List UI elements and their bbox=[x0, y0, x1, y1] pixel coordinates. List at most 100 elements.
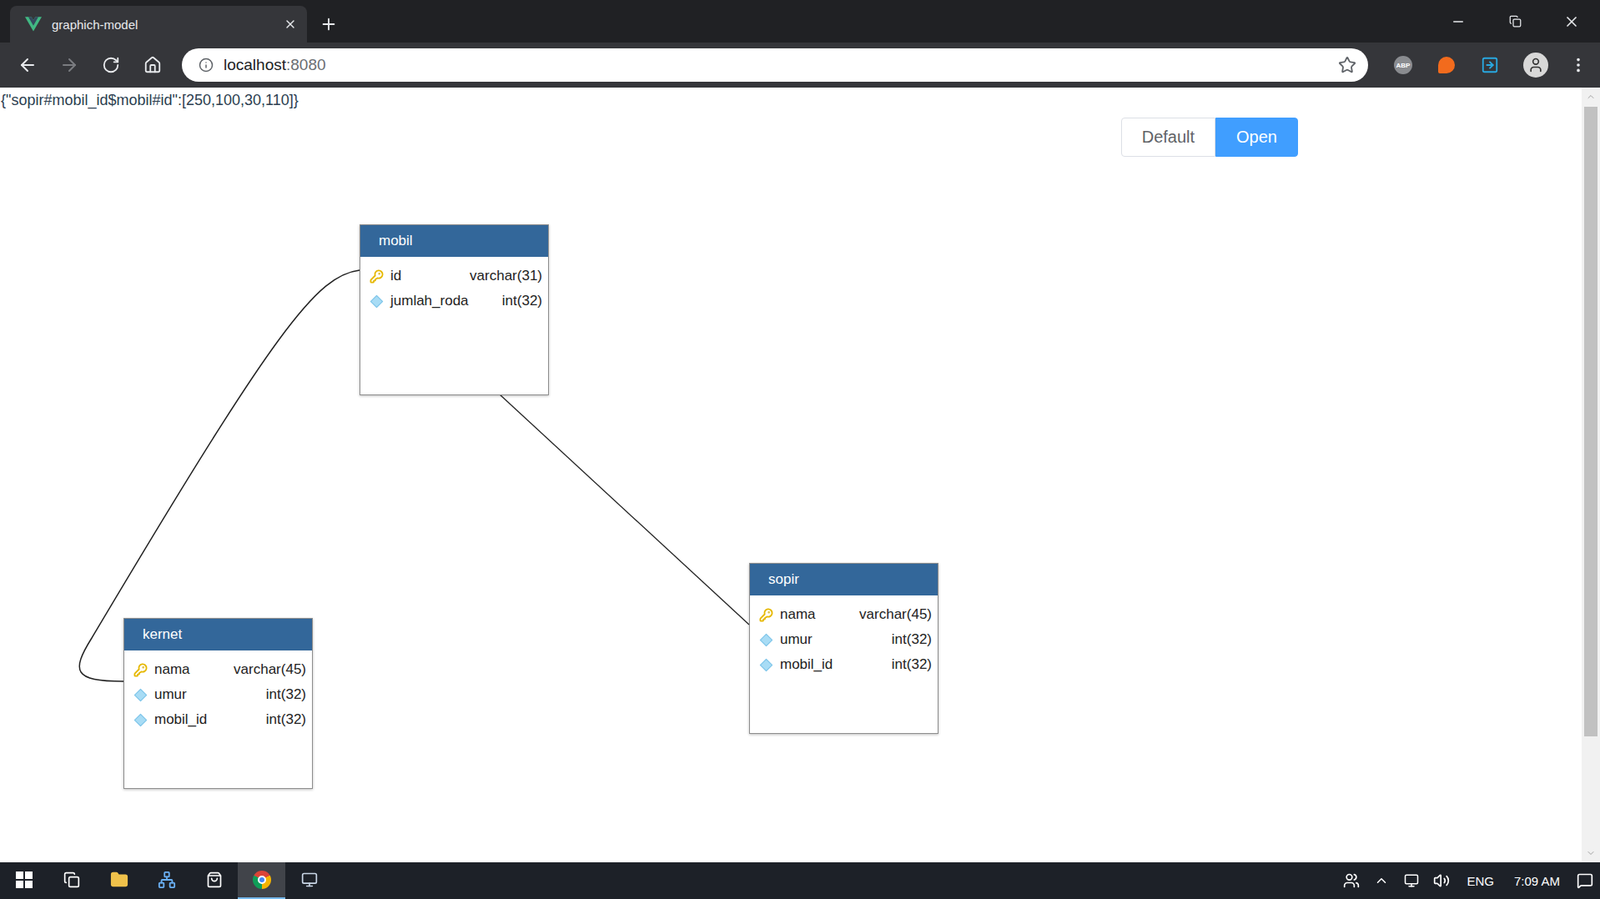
notification-icon[interactable] bbox=[1569, 862, 1600, 899]
field-name: id bbox=[390, 267, 463, 285]
back-button[interactable] bbox=[8, 46, 47, 84]
scroll-down-icon[interactable] bbox=[1585, 844, 1596, 863]
browser-toolbar: localhost:8080 ABP bbox=[0, 42, 1600, 88]
info-icon bbox=[198, 57, 214, 73]
button-group: DefaultOpen bbox=[0, 117, 1582, 157]
table-header: kernet bbox=[124, 618, 312, 651]
primary-key-icon bbox=[758, 607, 774, 623]
windows-logo-icon bbox=[15, 871, 33, 889]
reload-button[interactable] bbox=[91, 46, 131, 84]
table-fields: id varchar(31) jumlah_roda int(32) bbox=[360, 256, 549, 314]
field-icon bbox=[132, 712, 148, 728]
field-type: int(32) bbox=[266, 686, 307, 704]
avatar-icon bbox=[1523, 52, 1549, 78]
restore-button[interactable] bbox=[1486, 0, 1544, 43]
minimize-button[interactable] bbox=[1429, 0, 1487, 43]
taskbar-app[interactable] bbox=[285, 862, 333, 899]
clock[interactable]: 7:09 AM bbox=[1504, 874, 1570, 889]
field-icon bbox=[368, 293, 384, 309]
plus-icon bbox=[319, 15, 338, 34]
network-app-icon bbox=[157, 870, 177, 890]
adblock-extension[interactable]: ABP bbox=[1383, 46, 1424, 84]
people-icon[interactable] bbox=[1336, 862, 1367, 899]
field-row: jumlah_roda int(32) bbox=[368, 288, 543, 314]
field-name: mobil_id bbox=[154, 711, 260, 729]
menu-button[interactable] bbox=[1561, 46, 1595, 84]
taskbar-app[interactable] bbox=[142, 862, 191, 899]
field-name: nama bbox=[154, 661, 227, 679]
scroll-up-icon[interactable] bbox=[1585, 87, 1596, 106]
task-view-icon bbox=[63, 871, 81, 889]
group-button[interactable]: Open bbox=[1215, 117, 1299, 157]
restore-icon bbox=[1509, 15, 1522, 28]
table-node[interactable]: kernet nama varchar(45) umur int(32) mobil_id… bbox=[123, 618, 313, 790]
field-name: umur bbox=[154, 686, 260, 704]
taskbar-app[interactable] bbox=[237, 862, 286, 899]
taskbar-app[interactable] bbox=[190, 862, 238, 899]
bookmark-star-icon[interactable] bbox=[1338, 55, 1357, 75]
field-type: varchar(45) bbox=[859, 606, 932, 624]
primary-key-icon bbox=[368, 268, 384, 284]
taskbar-app[interactable] bbox=[47, 862, 96, 899]
tab-strip: graphich-model bbox=[0, 0, 1600, 43]
field-type: varchar(45) bbox=[233, 661, 307, 679]
new-tab-button[interactable] bbox=[306, 5, 351, 43]
field-icon bbox=[758, 632, 774, 648]
address-text: localhost:8080 bbox=[223, 55, 1329, 75]
taskbar-app[interactable] bbox=[0, 862, 48, 899]
forward-button[interactable] bbox=[50, 46, 89, 84]
field-icon bbox=[132, 687, 148, 703]
show-hidden-icon[interactable] bbox=[1366, 862, 1397, 899]
tab-title: graphich-model bbox=[51, 17, 274, 32]
field-row: mobil_id int(32) bbox=[758, 652, 932, 678]
field-type: int(32) bbox=[891, 631, 932, 649]
chrome-icon bbox=[252, 870, 272, 890]
field-type: int(32) bbox=[891, 656, 932, 674]
relation-line bbox=[499, 394, 750, 625]
table-header: mobil bbox=[360, 225, 549, 257]
field-row: umurint(32) bbox=[758, 627, 932, 653]
table-node[interactable]: mobil id varchar(31) jumlah_roda int(32) bbox=[359, 224, 549, 396]
field-type: varchar(31) bbox=[469, 267, 543, 285]
close-window-button[interactable] bbox=[1543, 0, 1600, 43]
field-name: jumlah_roda bbox=[390, 292, 496, 310]
display-icon[interactable] bbox=[1396, 862, 1427, 899]
field-row: mobil_idint(32) bbox=[132, 707, 307, 733]
language-indicator[interactable]: ENG bbox=[1456, 874, 1505, 889]
field-name: mobil_id bbox=[779, 656, 886, 674]
taskbar-app[interactable] bbox=[95, 862, 143, 899]
scrollbar[interactable] bbox=[1581, 87, 1600, 863]
address-bar[interactable]: localhost:8080 bbox=[181, 48, 1369, 82]
share-extension-icon bbox=[1480, 55, 1500, 75]
adblock-icon: ABP bbox=[1393, 55, 1413, 75]
taskbar: ENG7:09 AM bbox=[0, 862, 1600, 899]
field-row: nama varchar(45) bbox=[758, 602, 932, 628]
field-name: nama bbox=[779, 606, 853, 624]
desktop: graphich-model localhost:8080 ABP {"sopir#m… bbox=[0, 0, 1600, 899]
browser-tab[interactable]: graphich-model bbox=[10, 5, 307, 43]
page-content: {"sopir#mobil_id$mobil#id":[250,100,30,1… bbox=[0, 87, 1582, 863]
table-node[interactable]: sopir nama varchar(45) umurint(32) mobil_id i… bbox=[749, 563, 939, 735]
table-fields: nama varchar(45) umur int(32) mobil_idint(32… bbox=[124, 650, 312, 733]
window-controls bbox=[1429, 0, 1600, 43]
scroll-thumb[interactable] bbox=[1584, 106, 1598, 737]
volume-icon[interactable] bbox=[1426, 862, 1457, 899]
system-tray: ENG7:09 AM bbox=[1336, 862, 1600, 899]
output-text: {"sopir#mobil_id$mobil#id":[250,100,30,1… bbox=[0, 87, 1582, 111]
minimize-icon bbox=[1450, 14, 1466, 30]
field-type: int(32) bbox=[502, 292, 543, 310]
home-icon bbox=[143, 55, 162, 75]
profile-button[interactable] bbox=[1513, 46, 1559, 84]
file-explorer-icon bbox=[110, 870, 129, 890]
app-window-icon bbox=[301, 871, 318, 889]
relation-line bbox=[79, 270, 360, 682]
extension-button[interactable] bbox=[1469, 46, 1510, 84]
field-icon bbox=[758, 657, 774, 673]
table-header: sopir bbox=[749, 563, 938, 596]
browser-viewport: {"sopir#mobil_id$mobil#id":[250,100,30,1… bbox=[0, 87, 1600, 863]
extension-button[interactable] bbox=[1426, 46, 1467, 84]
group-button[interactable]: Default bbox=[1121, 117, 1216, 157]
close-tab-icon[interactable] bbox=[283, 17, 297, 31]
primary-key-icon bbox=[132, 662, 148, 678]
home-button[interactable] bbox=[133, 46, 172, 84]
